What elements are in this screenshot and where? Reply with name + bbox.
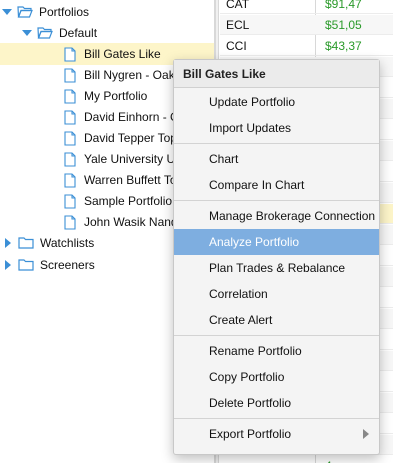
tree-item-label: David Einhorn - G	[84, 110, 180, 124]
menu-item-label: Analyze Portfolio	[209, 235, 300, 249]
menu-item-export-portfolio[interactable]: Export Portfolio	[174, 421, 379, 447]
menu-item-label: Create Alert	[209, 313, 273, 327]
menu-separator	[174, 200, 379, 201]
tree-node-portfolios[interactable]: Portfolios	[0, 1, 214, 23]
context-menu: Bill Gates Like Update Portfolio Import U…	[173, 59, 380, 455]
collapsed-triangle-icon[interactable]	[3, 238, 13, 248]
menu-item-label: Copy Portfolio	[209, 370, 285, 384]
value-cell: $51,05	[325, 17, 362, 32]
tree-item-label: Warren Buffett To	[84, 173, 177, 187]
table-row[interactable]: ECL $51,05	[220, 15, 393, 35]
menu-item-copy-portfolio[interactable]: Copy Portfolio	[174, 364, 379, 390]
menu-item-label: Compare In Chart	[209, 178, 305, 192]
tree-label-default: Default	[59, 26, 98, 40]
folder-icon	[18, 237, 34, 249]
menu-item-plan-trades-rebalance[interactable]: Plan Trades & Rebalance	[174, 255, 379, 281]
menu-item-label: Update Portfolio	[209, 95, 296, 109]
menu-item-create-alert[interactable]: Create Alert	[174, 307, 379, 333]
table-row[interactable]: 4	[220, 456, 393, 463]
symbol-cell: CCI	[226, 38, 247, 53]
menu-item-label: Export Portfolio	[209, 427, 292, 441]
menu-item-label: Correlation	[209, 287, 268, 301]
context-menu-title: Bill Gates Like	[174, 60, 379, 88]
tree-item-label: Bill Nygren - Oak	[84, 68, 175, 82]
document-icon	[64, 67, 76, 83]
expanded-triangle-icon[interactable]	[22, 28, 32, 38]
table-row[interactable]: CCI $43,37	[220, 36, 393, 56]
menu-item-label: Rename Portfolio	[209, 344, 302, 358]
value-cell: $91,47	[325, 0, 362, 11]
tree-item-label: Sample Portfolio	[84, 194, 173, 208]
menu-item-label: Import Updates	[209, 121, 292, 135]
document-icon	[64, 130, 76, 146]
tree-node-default[interactable]: Default	[0, 22, 214, 44]
value-cell: 4	[325, 459, 332, 463]
tree-item-label: Bill Gates Like	[84, 47, 161, 61]
menu-item-update-portfolio[interactable]: Update Portfolio	[174, 89, 379, 115]
menu-item-chart[interactable]: Chart	[174, 146, 379, 172]
menu-item-label: Chart	[209, 152, 239, 166]
document-icon	[64, 151, 76, 167]
document-icon	[64, 109, 76, 125]
menu-item-manage-brokerage-connection[interactable]: Manage Brokerage Connection	[174, 203, 379, 229]
folder-open-icon	[37, 27, 53, 39]
menu-item-label: Plan Trades & Rebalance	[209, 261, 346, 275]
tree-label-screeners: Screeners	[40, 258, 95, 272]
menu-item-import-updates[interactable]: Import Updates	[174, 115, 379, 141]
tree-item-label: John Wasik Nand	[84, 215, 178, 229]
symbol-cell: CAT	[226, 0, 250, 11]
menu-separator	[174, 335, 379, 336]
folder-icon	[18, 259, 34, 271]
menu-item-label: Manage Brokerage Connection	[209, 209, 376, 223]
submenu-arrow-icon	[363, 429, 369, 439]
menu-separator	[174, 143, 379, 144]
document-icon	[64, 46, 76, 62]
folder-open-icon	[17, 6, 33, 18]
menu-item-analyze-portfolio[interactable]: Analyze Portfolio	[174, 229, 379, 255]
tree-item-label: Yale University U	[84, 152, 176, 166]
tree-label-watchlists: Watchlists	[40, 236, 95, 250]
table-row[interactable]: CAT $91,47	[220, 0, 393, 14]
tree-item-label: My Portfolio	[84, 89, 148, 103]
document-icon	[64, 172, 76, 188]
menu-item-correlation[interactable]: Correlation	[174, 281, 379, 307]
document-icon	[64, 88, 76, 104]
symbol-cell: ECL	[226, 17, 250, 32]
tree-item-label: David Tepper Top	[84, 131, 177, 145]
document-icon	[64, 214, 76, 230]
expanded-triangle-icon[interactable]	[2, 7, 12, 17]
menu-item-label: Delete Portfolio	[209, 396, 292, 410]
collapsed-triangle-icon[interactable]	[3, 260, 13, 270]
menu-item-rename-portfolio[interactable]: Rename Portfolio	[174, 338, 379, 364]
document-icon	[64, 193, 76, 209]
value-cell: $43,37	[325, 38, 362, 53]
menu-item-compare-in-chart[interactable]: Compare In Chart	[174, 172, 379, 198]
menu-item-delete-portfolio[interactable]: Delete Portfolio	[174, 390, 379, 416]
menu-separator	[174, 418, 379, 419]
tree-label-portfolios: Portfolios	[39, 5, 90, 19]
